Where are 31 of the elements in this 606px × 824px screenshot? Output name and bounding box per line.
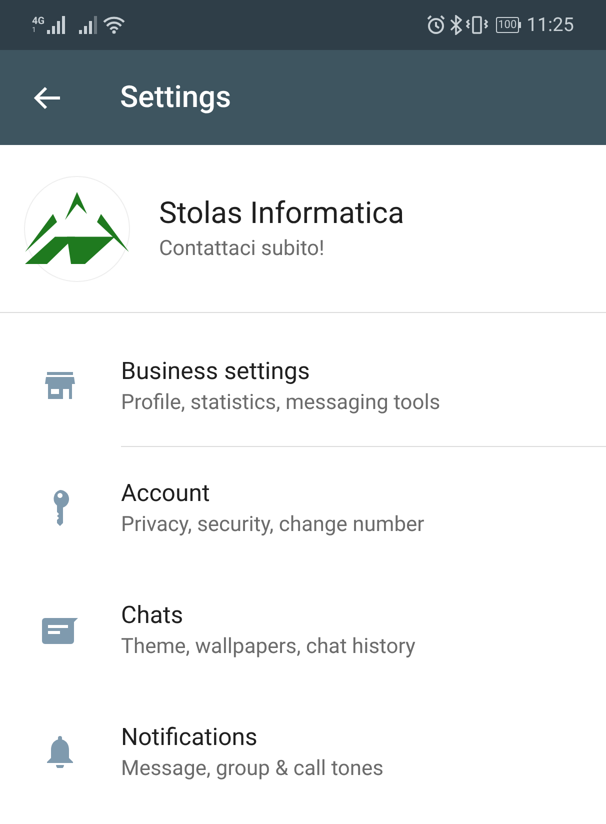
item-subtitle: Theme, wallpapers, chat history [121, 634, 416, 661]
item-subtitle: Message, group & call tones [121, 756, 384, 783]
store-icon [44, 372, 76, 400]
settings-item[interactable]: Business settings Profile, statistics, messaging tools [0, 325, 606, 447]
profile-name: Stolas Informatica [159, 194, 404, 232]
settings-item[interactable]: Notifications Message, group & call tones [0, 691, 606, 813]
back-arrow-icon [33, 86, 61, 110]
clock-time: 11:25 [526, 12, 574, 38]
item-title: Chats [121, 600, 184, 631]
network-label: 4G [32, 17, 45, 27]
chat-icon [42, 616, 78, 644]
item-subtitle: Profile, statistics, messaging tools [121, 390, 442, 416]
signal-icon [78, 16, 97, 34]
signal-icon [46, 16, 65, 34]
item-title: Notifications [121, 722, 258, 753]
settings-item[interactable]: Chats Theme, wallpapers, chat history [0, 569, 606, 691]
wifi-icon [102, 16, 125, 34]
profile-row[interactable]: Stolas Informatica Contattaci subito! [0, 145, 606, 313]
item-title: Business settings [121, 356, 311, 386]
alarm-icon [426, 15, 446, 35]
bluetooth-icon [450, 15, 462, 35]
item-subtitle: Privacy, security, change number [121, 512, 426, 539]
settings-item[interactable]: Account Privacy, security, change number [0, 447, 606, 569]
key-icon [50, 490, 68, 526]
mountain-logo-icon [25, 192, 129, 266]
header-title: Settings [120, 79, 232, 117]
bell-icon [46, 736, 74, 768]
vibrate-icon [466, 15, 488, 35]
profile-status: Contattaci subito! [159, 236, 326, 262]
item-title: Account [121, 478, 211, 509]
battery-indicator: 100 [496, 17, 521, 33]
